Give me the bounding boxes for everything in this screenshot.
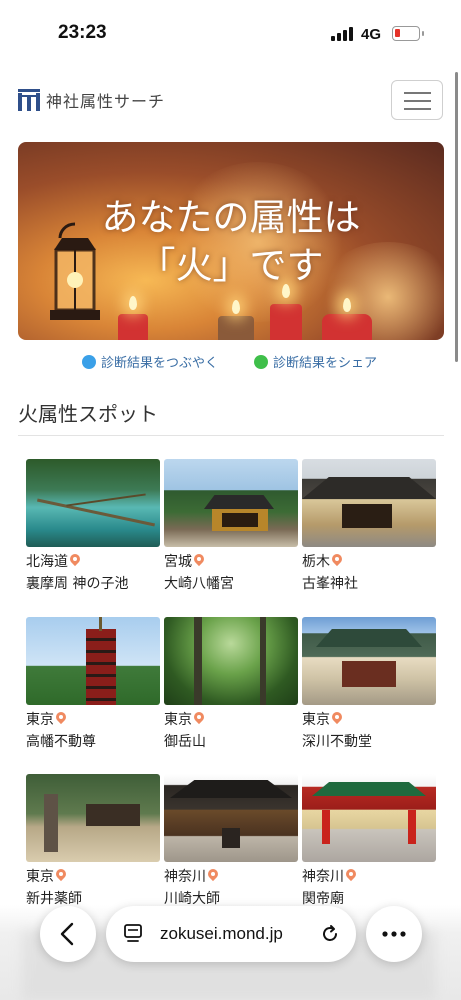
hamburger-menu-button[interactable] xyxy=(391,80,443,120)
location-pin-icon xyxy=(346,869,356,882)
spot-photo[interactable] xyxy=(302,459,436,547)
result-headline: あなたの属性は 「火」です xyxy=(18,194,444,290)
reload-icon[interactable] xyxy=(320,924,340,944)
spot-prefecture: 東京 xyxy=(164,711,192,728)
twitter-icon xyxy=(82,354,96,369)
location-pin-icon xyxy=(208,869,218,882)
tweet-result-link[interactable]: 診断結果をつぶやく xyxy=(82,352,218,371)
spot-card[interactable]: 宮城 大崎八幡宮 xyxy=(164,459,298,593)
spot-name[interactable]: 御岳山 xyxy=(164,731,298,751)
spot-name[interactable]: 古峯神社 xyxy=(302,573,436,593)
spot-card[interactable]: 東京 深川不動堂 xyxy=(302,617,436,751)
status-time: 23:23 xyxy=(58,22,107,43)
spot-photo[interactable] xyxy=(302,617,436,705)
share-links: 診断結果をつぶやく 診断結果をシェア xyxy=(0,352,461,372)
tweet-result-label: 診断結果をつぶやく xyxy=(101,356,219,371)
spot-card[interactable]: 東京 新井薬師 xyxy=(26,774,160,908)
spot-card[interactable]: 栃木 古峯神社 xyxy=(302,459,436,593)
spot-photo[interactable] xyxy=(164,774,298,862)
spot-prefecture: 神奈川 xyxy=(302,868,344,885)
spot-prefecture: 栃木 xyxy=(302,553,330,570)
location-pin-icon xyxy=(70,554,80,567)
site-header: 神社属性サーチ xyxy=(0,74,461,124)
spot-photo[interactable] xyxy=(302,774,436,862)
spot-name[interactable]: 裏摩周 神の子池 xyxy=(26,573,160,593)
result-headline-line2: 「火」です xyxy=(138,244,324,287)
location-pin-icon xyxy=(194,712,204,725)
line-icon xyxy=(254,354,268,369)
share-result-link[interactable]: 診断結果をシェア xyxy=(254,352,377,371)
spot-photo[interactable] xyxy=(164,459,298,547)
location-pin-icon xyxy=(194,554,204,567)
spot-prefecture: 東京 xyxy=(302,711,330,728)
ellipsis-icon xyxy=(382,931,406,937)
battery-icon xyxy=(392,26,424,41)
share-result-label: 診断結果をシェア xyxy=(273,356,378,371)
spot-card[interactable]: 神奈川 川崎大師 xyxy=(164,774,298,908)
signal-icon xyxy=(331,27,355,41)
url-text: zokusei.mond.jp xyxy=(160,924,283,943)
spot-name[interactable]: 深川不動堂 xyxy=(302,731,436,751)
section-title: 火属性スポット xyxy=(18,402,158,426)
spot-photo[interactable] xyxy=(26,459,160,547)
spot-photo[interactable] xyxy=(26,774,160,862)
status-bar: 23:23 4G xyxy=(0,0,461,62)
back-button[interactable] xyxy=(40,906,96,962)
spot-card[interactable]: 北海道 裏摩周 神の子池 xyxy=(26,459,160,593)
result-hero-banner: あなたの属性は 「火」です xyxy=(18,142,444,340)
more-options-button[interactable] xyxy=(366,906,422,962)
address-bar[interactable]: zokusei.mond.jp xyxy=(106,906,356,962)
location-pin-icon xyxy=(56,712,66,725)
spot-name[interactable]: 大崎八幡宮 xyxy=(164,573,298,593)
torii-logo-icon xyxy=(18,89,40,111)
spot-prefecture: 宮城 xyxy=(164,553,192,570)
spot-prefecture: 東京 xyxy=(26,711,54,728)
network-type: 4G xyxy=(361,26,382,43)
spot-card[interactable]: 東京 高幡不動尊 xyxy=(26,617,160,751)
spot-card[interactable]: 東京 御岳山 xyxy=(164,617,298,751)
spot-photo[interactable] xyxy=(26,617,160,705)
location-pin-icon xyxy=(56,869,66,882)
spot-card[interactable]: 神奈川 関帝廟 xyxy=(302,774,436,908)
section-divider xyxy=(18,435,444,436)
site-title: 神社属性サーチ xyxy=(46,92,166,111)
spot-photo[interactable] xyxy=(164,617,298,705)
site-logo[interactable]: 神社属性サーチ xyxy=(18,88,165,112)
spot-prefecture: 神奈川 xyxy=(164,868,206,885)
spot-prefecture: 北海道 xyxy=(26,553,68,570)
spot-name[interactable]: 高幡不動尊 xyxy=(26,731,160,751)
page-settings-icon xyxy=(124,924,142,942)
scrollbar[interactable] xyxy=(455,72,458,362)
result-headline-line1: あなたの属性は xyxy=(101,196,361,239)
chevron-left-icon xyxy=(60,922,74,946)
spot-prefecture: 東京 xyxy=(26,868,54,885)
location-pin-icon xyxy=(332,712,342,725)
location-pin-icon xyxy=(332,554,342,567)
